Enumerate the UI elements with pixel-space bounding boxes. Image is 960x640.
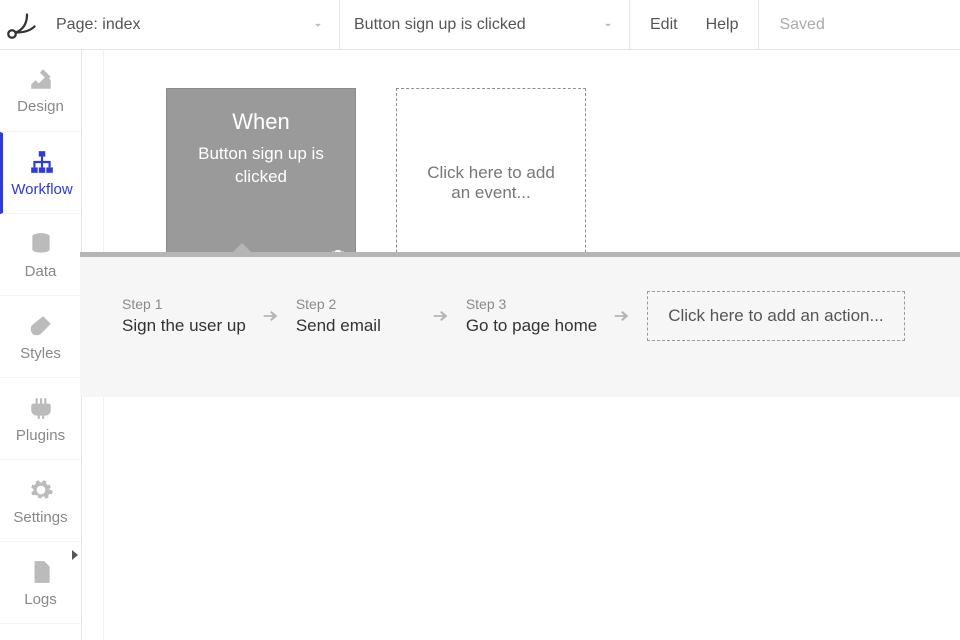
- sidebar-item-label: Settings: [13, 509, 67, 526]
- sidebar-item-styles[interactable]: Styles: [0, 296, 81, 378]
- sidebar-item-label: Design: [17, 98, 64, 115]
- step-text: Go to page home: [466, 316, 597, 336]
- add-event-card[interactable]: Click here to add an event...: [396, 88, 586, 278]
- sidebar: Design Workflow Data Styles Plugins Sett…: [0, 50, 82, 640]
- logs-icon: [28, 559, 54, 585]
- sidebar-item-label: Data: [25, 263, 57, 280]
- edit-link[interactable]: Edit: [650, 16, 678, 34]
- app-logo: [0, 0, 42, 49]
- sidebar-item-plugins[interactable]: Plugins: [0, 378, 81, 460]
- design-icon: [28, 66, 54, 92]
- page-dropdown-label: Page: index: [56, 16, 141, 34]
- arrow-right-icon: [605, 305, 639, 327]
- workflow-step-2[interactable]: Step 2 Send email: [296, 296, 416, 336]
- step-text: Send email: [296, 316, 416, 336]
- event-when-label: When: [181, 109, 341, 135]
- sidebar-item-label: Plugins: [16, 427, 65, 444]
- add-action-label: Click here to add an action...: [668, 306, 883, 325]
- sidebar-item-settings[interactable]: Settings: [0, 460, 81, 542]
- topbar-actions: Edit Help: [630, 0, 759, 49]
- step-label: Step 3: [466, 296, 597, 312]
- styles-icon: [28, 313, 54, 339]
- topbar: Page: index Button sign up is clicked Ed…: [0, 0, 960, 50]
- event-card[interactable]: When Button sign up is clicked: [166, 88, 356, 278]
- event-row: When Button sign up is clicked Click her…: [166, 88, 960, 278]
- event-dropdown-label: Button sign up is clicked: [354, 16, 526, 34]
- gear-icon: [28, 477, 54, 503]
- event-description: Button sign up is clicked: [181, 143, 341, 189]
- chevron-down-icon: [601, 18, 615, 32]
- page-dropdown[interactable]: Page: index: [42, 0, 340, 49]
- workflow-step-3[interactable]: Step 3 Go to page home: [466, 296, 597, 336]
- saved-status: Saved: [759, 0, 844, 49]
- sidebar-item-design[interactable]: Design: [0, 50, 81, 132]
- step-label: Step 1: [122, 296, 246, 312]
- event-dropdown[interactable]: Button sign up is clicked: [340, 0, 630, 49]
- saved-label: Saved: [779, 16, 824, 34]
- sidebar-item-label: Logs: [24, 591, 57, 608]
- sidebar-expand-caret[interactable]: [68, 548, 82, 562]
- arrow-right-icon: [254, 305, 288, 327]
- workflow-icon: [29, 149, 55, 175]
- workflow-step-1[interactable]: Step 1 Sign the user up: [122, 296, 246, 336]
- add-event-label: Click here to add an event...: [419, 163, 563, 203]
- sidebar-item-label: Styles: [20, 345, 61, 362]
- chevron-down-icon: [311, 18, 325, 32]
- sidebar-item-data[interactable]: Data: [0, 214, 81, 296]
- sidebar-item-label: Workflow: [11, 181, 72, 198]
- data-icon: [28, 231, 54, 257]
- steps-panel: Step 1 Sign the user up Step 2 Send emai…: [80, 252, 960, 397]
- add-action-card[interactable]: Click here to add an action...: [647, 291, 904, 341]
- step-text: Sign the user up: [122, 316, 246, 336]
- help-link[interactable]: Help: [706, 16, 739, 34]
- plugins-icon: [28, 395, 54, 421]
- sidebar-item-workflow[interactable]: Workflow: [0, 132, 81, 214]
- arrow-right-icon: [424, 305, 458, 327]
- step-label: Step 2: [296, 296, 416, 312]
